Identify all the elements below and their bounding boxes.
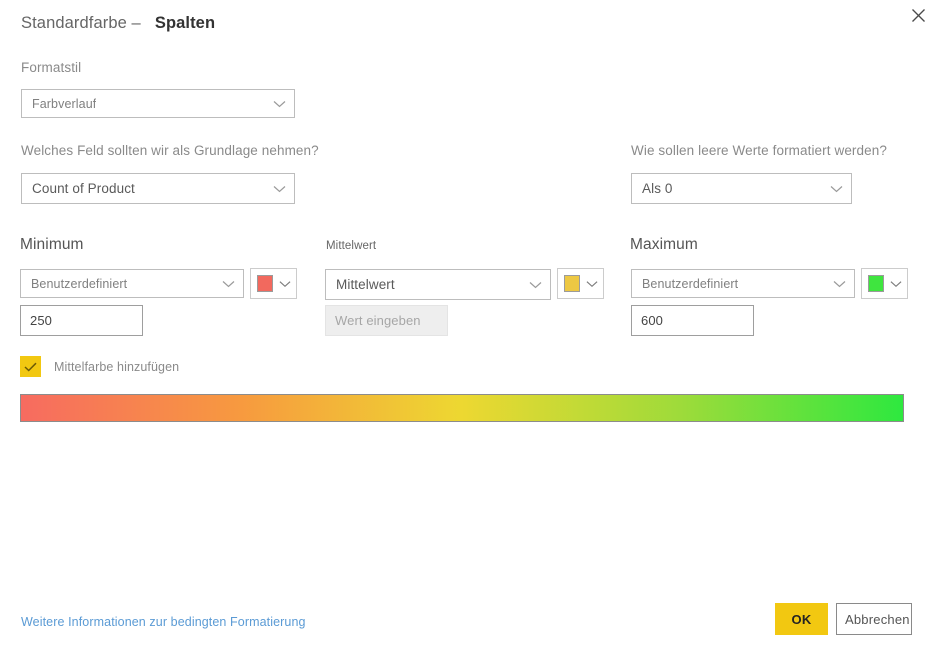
middle-value-input — [325, 305, 448, 336]
blank-values-value: Als 0 — [642, 181, 673, 196]
base-field-label: Welches Feld sollten wir als Grundlage n… — [21, 143, 319, 158]
close-icon[interactable] — [903, 0, 932, 30]
blank-values-label: Wie sollen leere Werte formatiert werden… — [631, 143, 887, 158]
close-x-glyph — [911, 8, 925, 22]
add-middle-color-label: Mittelfarbe hinzufügen — [54, 359, 180, 374]
dialog-header-prefix: Standardfarbe – — [21, 14, 141, 32]
blank-values-dropdown[interactable]: Als 0 — [631, 173, 852, 204]
format-style-dropdown[interactable]: Farbverlauf — [21, 89, 295, 118]
minimum-color-picker[interactable] — [250, 268, 297, 299]
format-style-label: Formatstil — [21, 60, 82, 75]
chevron-down-icon — [830, 185, 843, 192]
learn-more-link[interactable]: Weitere Informationen zur bedingten Form… — [21, 615, 306, 629]
format-style-value: Farbverlauf — [32, 96, 97, 111]
color-swatch-yellow — [564, 275, 580, 292]
chevron-down-icon — [890, 280, 902, 287]
minimum-mode-value: Benutzerdefiniert — [31, 276, 128, 291]
conditional-formatting-dialog: Standardfarbe – Spalten Formatstil Farbv… — [0, 0, 932, 651]
base-field-value: Count of Product — [32, 181, 135, 196]
base-field-dropdown[interactable]: Count of Product — [21, 173, 295, 204]
maximum-section-label: Maximum — [630, 236, 698, 253]
chevron-down-icon — [273, 185, 286, 192]
maximum-mode-dropdown[interactable]: Benutzerdefiniert — [631, 269, 855, 298]
middle-mode-dropdown[interactable]: Mittelwert — [325, 269, 551, 300]
add-middle-color-checkbox-row[interactable]: Mittelfarbe hinzufügen — [20, 356, 179, 377]
chevron-down-icon — [833, 280, 846, 287]
gradient-preview-bar — [20, 394, 904, 422]
middle-color-picker[interactable] — [557, 268, 604, 299]
maximum-color-picker[interactable] — [861, 268, 908, 299]
cancel-button[interactable]: Abbrechen — [836, 603, 912, 635]
chevron-down-icon — [222, 280, 235, 287]
dialog-header: Standardfarbe – Spalten — [21, 14, 215, 33]
ok-button[interactable]: OK — [775, 603, 828, 635]
chevron-down-icon — [279, 280, 291, 287]
chevron-down-icon — [529, 281, 542, 288]
color-swatch-red — [257, 275, 273, 292]
chevron-down-icon — [273, 100, 286, 107]
maximum-value-input[interactable] — [631, 305, 754, 336]
chevron-down-icon — [586, 280, 598, 287]
middle-mode-value: Mittelwert — [336, 277, 395, 292]
minimum-section-label: Minimum — [20, 236, 84, 253]
minimum-value-input[interactable] — [20, 305, 143, 336]
dialog-header-title: Spalten — [154, 14, 216, 32]
minimum-mode-dropdown[interactable]: Benutzerdefiniert — [20, 269, 244, 298]
add-middle-color-checkbox[interactable] — [20, 356, 41, 377]
color-swatch-green — [868, 275, 884, 292]
middle-section-label: Mittelwert — [326, 240, 377, 252]
checkmark-icon — [24, 362, 37, 372]
cancel-button-label: Abbrechen — [845, 611, 910, 627]
maximum-mode-value: Benutzerdefiniert — [642, 276, 739, 291]
